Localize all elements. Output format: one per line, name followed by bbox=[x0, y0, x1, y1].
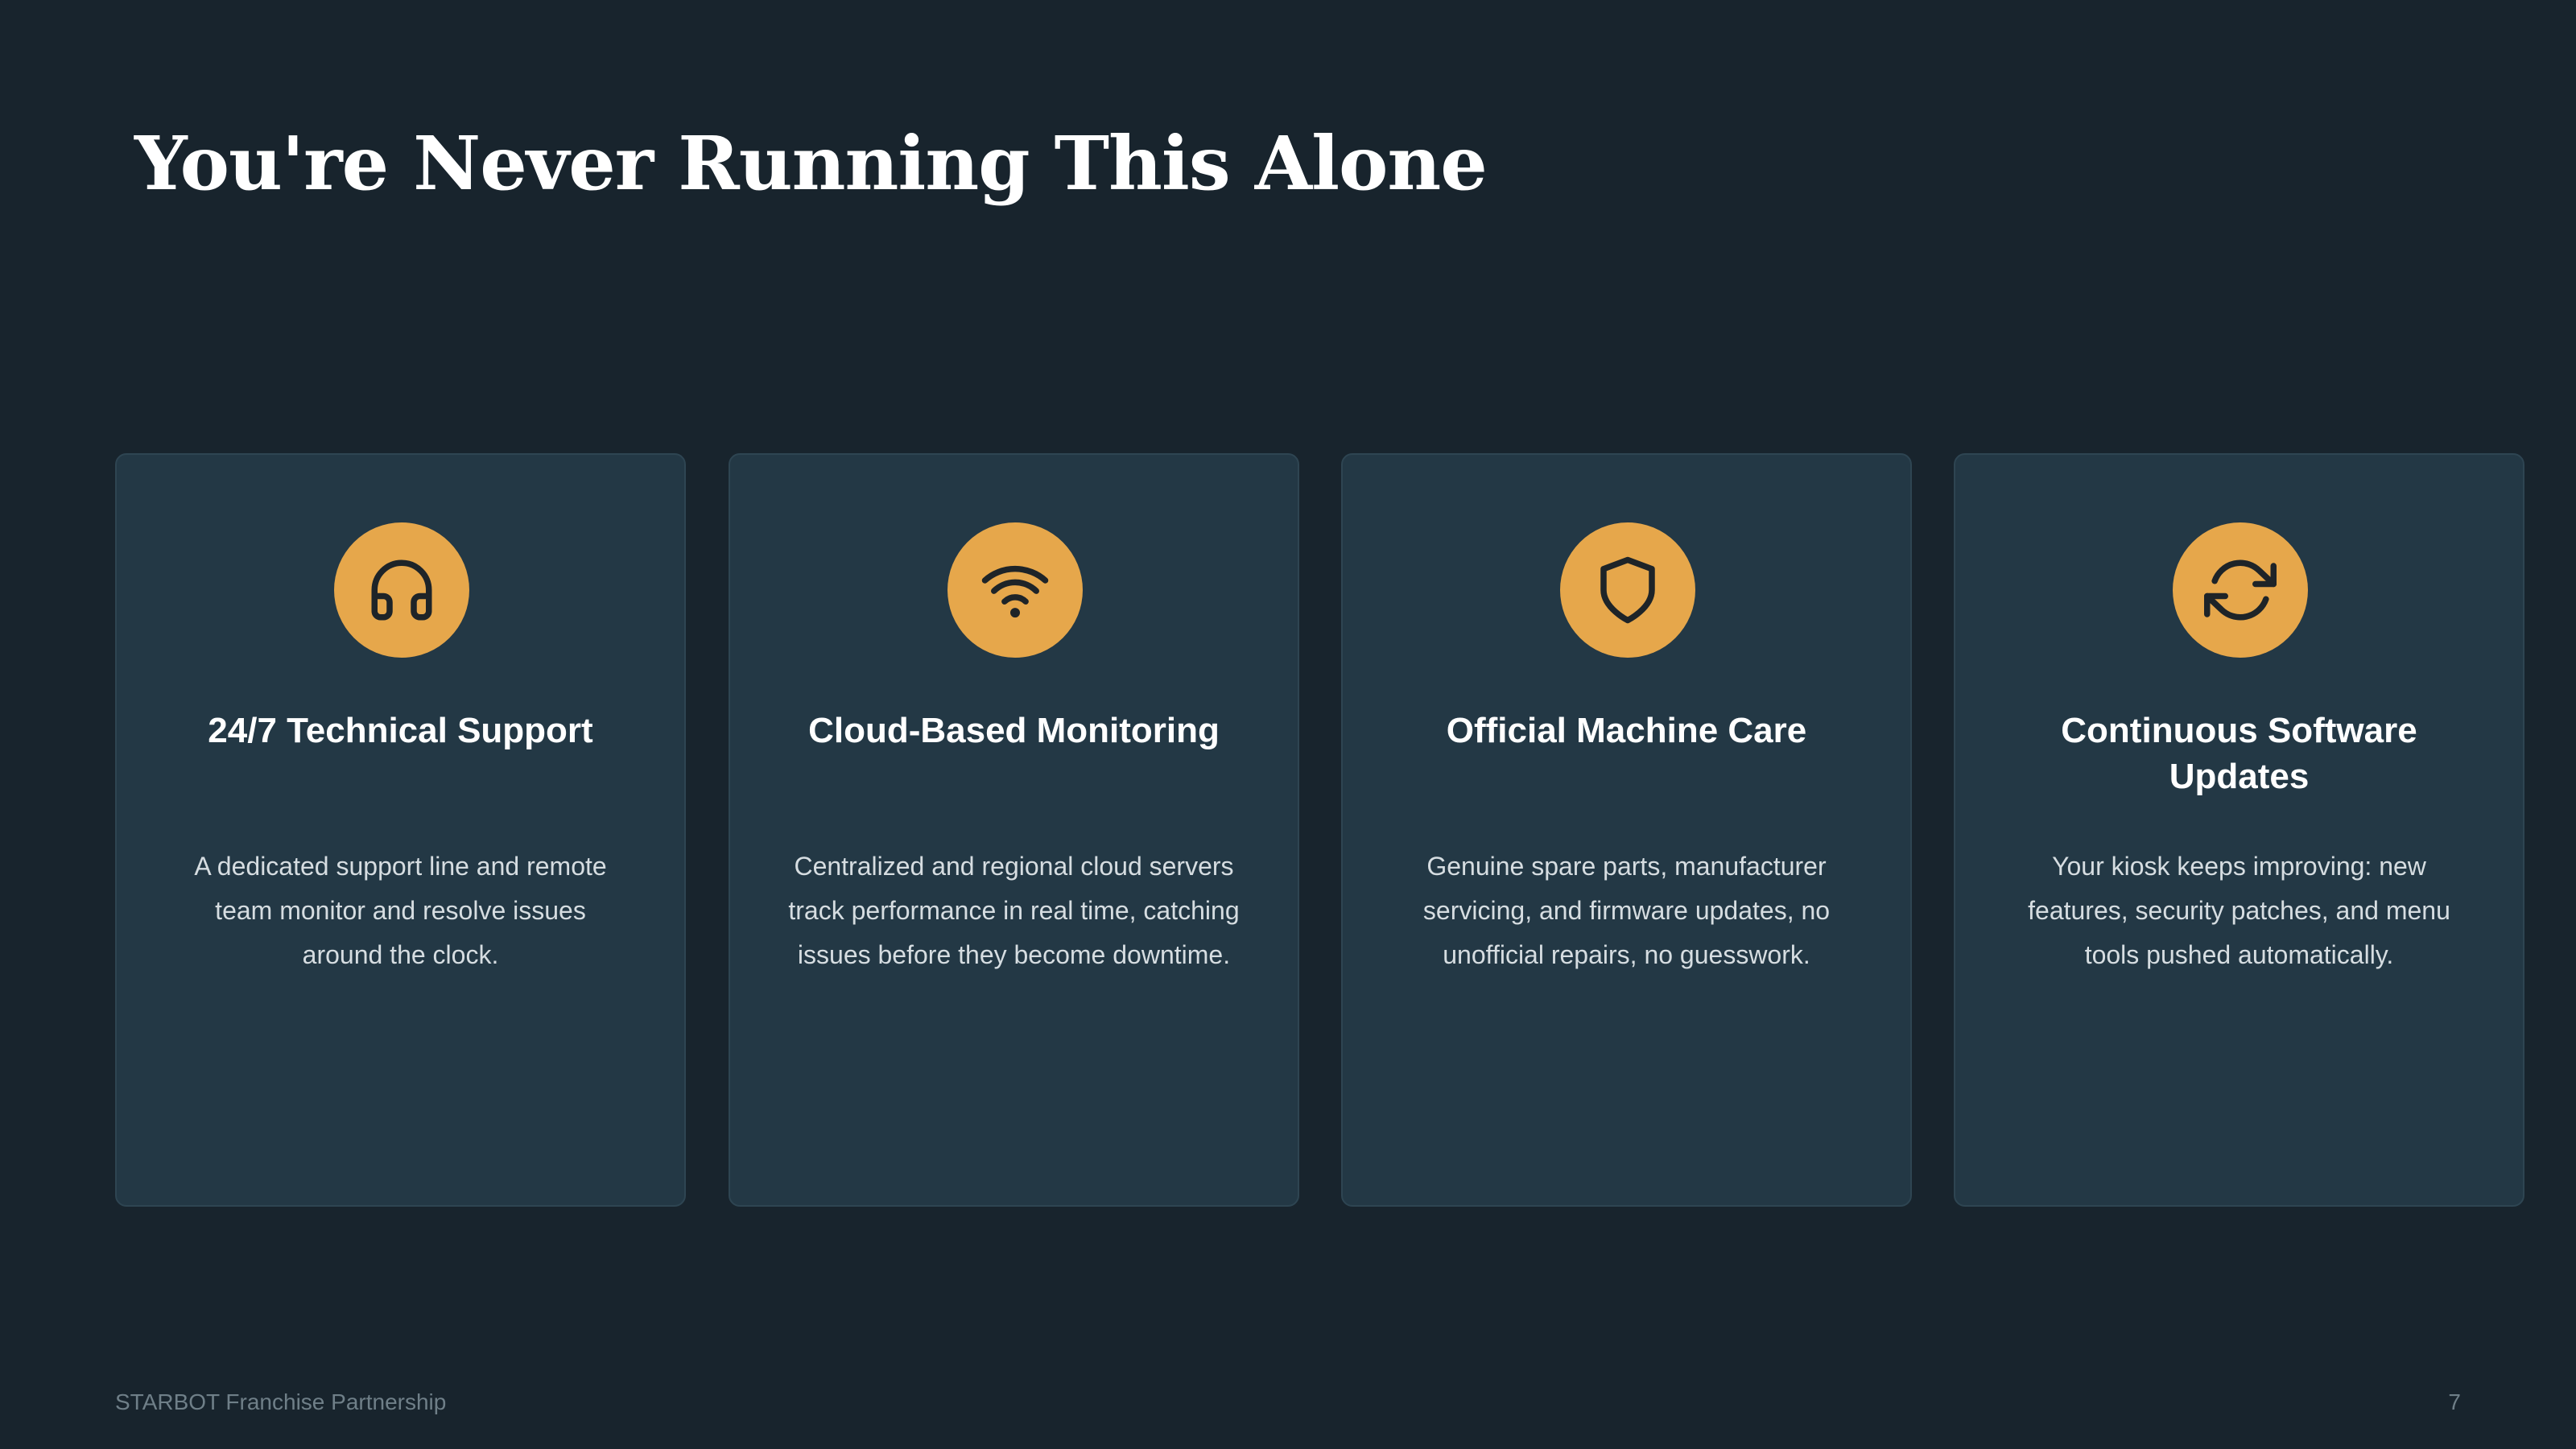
card-title: 24/7 Technical Support bbox=[208, 711, 593, 750]
feature-card-machine-care: Official Machine Care Genuine spare part… bbox=[1341, 453, 1912, 1207]
slide: You're Never Running This Alone 24/7 Tec… bbox=[0, 0, 2576, 1449]
icon-badge bbox=[2173, 522, 2308, 658]
icon-badge bbox=[334, 522, 469, 658]
card-title: Continuous Software Updates bbox=[2061, 711, 2417, 796]
icon-badge bbox=[947, 522, 1083, 658]
card-description: Your kiosk keeps improving: new features… bbox=[2028, 852, 2450, 969]
footer-label: STARBOT Franchise Partnership bbox=[115, 1389, 447, 1414]
card-description: Centralized and regional cloud servers t… bbox=[788, 852, 1240, 969]
slide-title: You're Never Running This Alone bbox=[134, 120, 1488, 207]
shield-icon bbox=[1600, 556, 1655, 624]
card-description: A dedicated support line and remote team… bbox=[194, 852, 607, 969]
feature-cards: 24/7 Technical Support A dedicated suppo… bbox=[115, 453, 2525, 1210]
feature-card-software-updates: Continuous Software Updates Your kiosk k… bbox=[1954, 453, 2524, 1207]
headphones-icon bbox=[371, 559, 432, 621]
feature-card-technical-support: 24/7 Technical Support A dedicated suppo… bbox=[115, 453, 686, 1207]
wifi-icon bbox=[981, 565, 1049, 618]
feature-card-cloud-monitoring: Cloud-Based Monitoring Centralized and r… bbox=[729, 453, 1299, 1207]
card-title: Cloud-Based Monitoring bbox=[808, 711, 1220, 750]
card-description: Genuine spare parts, manufacturer servic… bbox=[1422, 852, 1831, 969]
refresh-icon bbox=[2204, 559, 2277, 621]
card-title: Official Machine Care bbox=[1446, 711, 1807, 750]
icon-badge bbox=[1560, 522, 1695, 658]
page-number: 7 bbox=[2448, 1389, 2461, 1414]
